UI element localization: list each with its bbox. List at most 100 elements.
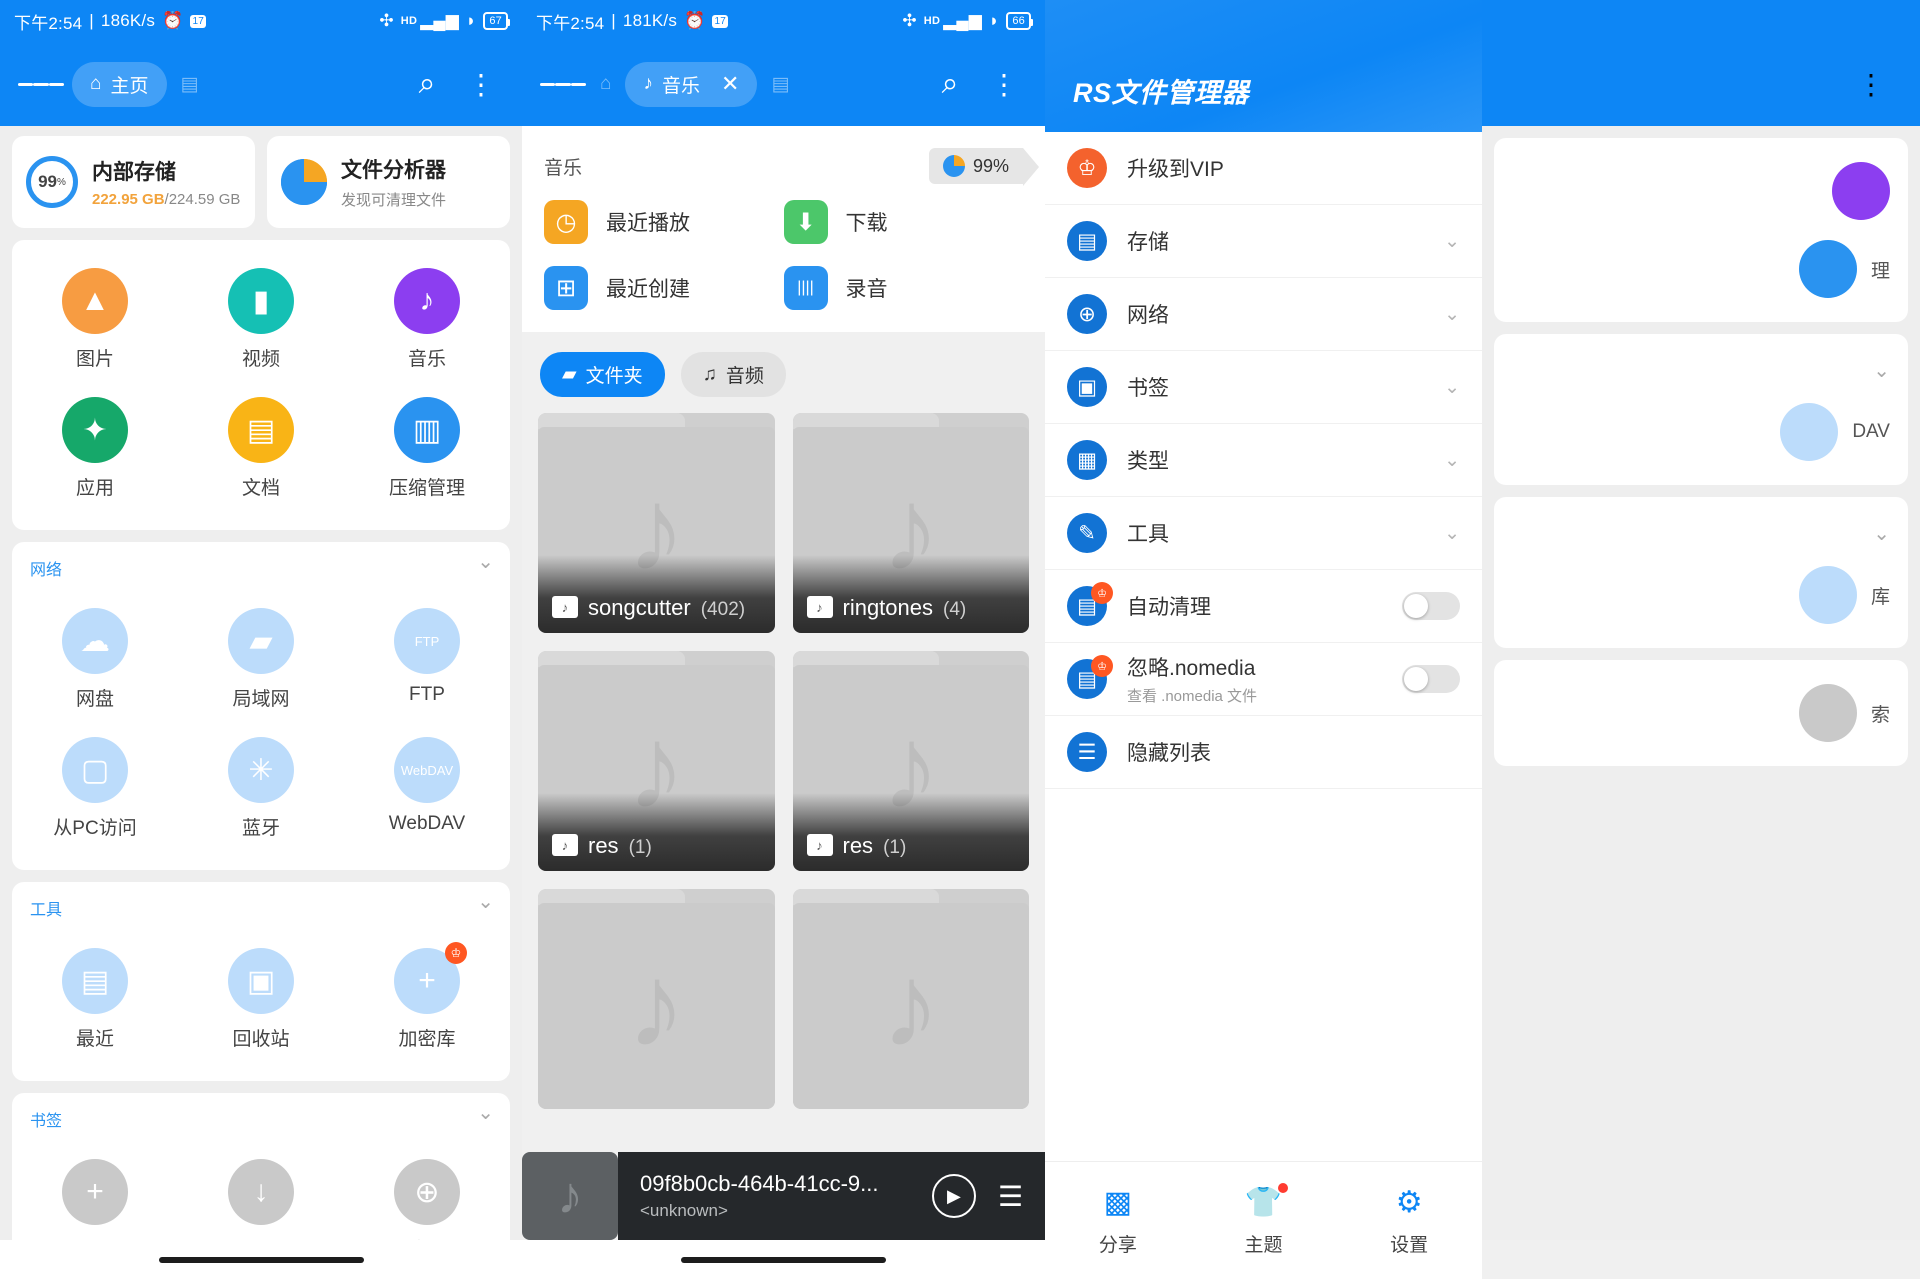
- home-indicator[interactable]: [158, 1256, 364, 1263]
- toggle-switch[interactable]: [1402, 592, 1460, 620]
- bookmark-icon: ▣: [1067, 367, 1107, 407]
- drawer-item-label: 自动清理: [1127, 596, 1211, 619]
- file-tab-icon[interactable]: ▤: [175, 64, 205, 105]
- playlist-icon[interactable]: ☰: [998, 1180, 1023, 1213]
- chevron-down-icon[interactable]: ⌄: [1444, 449, 1460, 472]
- grid-item-recycle-bin[interactable]: ▣ 回收站: [178, 938, 344, 1067]
- folder-name: ringtones: [842, 595, 934, 620]
- drawer-item-tools-wrench[interactable]: ✎ 工具 ⌄: [1045, 497, 1482, 570]
- folder-card[interactable]: ♪ ♪ songcutter (402): [538, 413, 775, 633]
- chevron-down-icon[interactable]: ⌄: [1444, 522, 1460, 545]
- drawer-tab-label: 设置: [1390, 1234, 1429, 1256]
- quick-item-recording-waveform[interactable]: |||| 录音: [783, 266, 1024, 310]
- categories-card: ▲ 图片 ▮ 视频 ♪ 音乐 ✦ 应用 ▤ 文档 ▥ 压缩管理: [12, 240, 510, 530]
- album-art: ♪: [522, 1152, 618, 1240]
- grid-item-webdav[interactable]: WebDAV WebDAV: [344, 727, 510, 856]
- drawer-item-auto-clean[interactable]: ▤ ♔ 自动清理: [1045, 570, 1482, 643]
- grid-item-encrypt-vault[interactable]: + ♔ 加密库: [344, 938, 510, 1067]
- drawer-item-bookmark[interactable]: ▣ 书签 ⌄: [1045, 351, 1482, 424]
- folder-card[interactable]: ♪: [792, 889, 1029, 1109]
- folder-card[interactable]: ♪ ♪ res (1): [792, 651, 1029, 871]
- folder-card[interactable]: ♪ ♪ ringtones (4): [792, 413, 1029, 633]
- chevron-down-icon[interactable]: ⌄: [1444, 230, 1460, 253]
- chevron-down-icon[interactable]: ⌄: [477, 549, 494, 574]
- chip-audio-note[interactable]: ♫ 音频: [680, 352, 786, 397]
- folder-thumb: ♪: [792, 903, 1029, 1109]
- peek-card-4: 索: [1494, 660, 1908, 766]
- drawer-item-nomedia[interactable]: ▤ ♔ 忽略.nomedia 查看 .nomedia 文件: [1045, 643, 1482, 716]
- tab-home[interactable]: ⌂ 主页: [72, 61, 167, 107]
- grid-item-image[interactable]: ▲ 图片: [12, 258, 178, 387]
- more-vertical-icon[interactable]: ⋮: [1848, 61, 1894, 107]
- calendar-icon: 17: [712, 14, 728, 28]
- music-player-bar[interactable]: ♪ 09f8b0cb-464b-41cc-9... <unknown> ▶ ☰: [522, 1152, 1045, 1240]
- search-icon[interactable]: ⌕: [927, 61, 973, 107]
- percent-unit: %: [57, 176, 66, 188]
- folder-card[interactable]: ♪ ♪ res (1): [538, 651, 775, 871]
- grid-item-ftp[interactable]: FTP FTP: [344, 598, 510, 727]
- network-section-title: 网络: [30, 562, 63, 579]
- drawer-item-network-globe[interactable]: ⊕ 网络 ⌄: [1045, 278, 1482, 351]
- toggle-switch[interactable]: [1402, 665, 1460, 693]
- grid-item-lan[interactable]: ▰ 局域网: [178, 598, 344, 727]
- chip-folder[interactable]: ▰ 文件夹: [540, 352, 665, 397]
- close-icon[interactable]: ✕: [721, 71, 739, 97]
- hamburger-menu-icon[interactable]: [540, 61, 586, 107]
- play-icon[interactable]: ▶: [931, 1174, 976, 1218]
- ftp-icon: FTP: [394, 608, 460, 674]
- chevron-down-icon[interactable]: ⌄: [1873, 358, 1890, 383]
- grid-item-android-app[interactable]: ✦ 应用: [12, 387, 178, 516]
- home-icon[interactable]: ⌂: [594, 64, 617, 104]
- chevron-down-icon[interactable]: ⌄: [477, 889, 494, 914]
- storage-total: /224.59 GB: [164, 191, 241, 208]
- wifi-icon: ◗: [465, 11, 477, 30]
- quick-item-download[interactable]: ⬇ 下载: [783, 200, 1024, 244]
- drawer-item-category[interactable]: ▦ 类型 ⌄: [1045, 424, 1482, 497]
- file-analyzer-title: 文件分析器: [341, 159, 446, 182]
- grid-item-document[interactable]: ▤ 文档: [178, 387, 344, 516]
- chevron-down-icon[interactable]: ⌄: [1873, 521, 1890, 546]
- drawer-tab-settings-gear[interactable]: ⚙ 设置: [1336, 1185, 1482, 1257]
- android-app-icon: ✦: [62, 397, 128, 463]
- folder-card[interactable]: ♪: [538, 889, 775, 1109]
- chevron-down-icon[interactable]: ⌄: [477, 1100, 494, 1125]
- chevron-down-icon[interactable]: ⌄: [1444, 376, 1460, 399]
- grid-item-bluetooth[interactable]: ✳ 蓝牙: [178, 727, 344, 856]
- tools-section-title: 工具: [30, 902, 63, 919]
- grid-item-cloud-drive[interactable]: ☁ 网盘: [12, 598, 178, 727]
- quick-item-new-file[interactable]: ⊞ 最近创建: [544, 266, 784, 310]
- drawer-item-storage[interactable]: ▤ 存储 ⌄: [1045, 205, 1482, 278]
- alarm-clock-icon: ⏰: [684, 11, 706, 30]
- drawer-item-crown[interactable]: ♔ 升级到VIP: [1045, 132, 1482, 205]
- grid-item-video[interactable]: ▮ 视频: [178, 258, 344, 387]
- more-vertical-icon[interactable]: ⋮: [981, 61, 1027, 107]
- drawer-item-hidden-list[interactable]: ☰ 隐藏列表: [1045, 716, 1482, 789]
- peek-card-1: 理: [1494, 138, 1908, 322]
- grid-item-music[interactable]: ♪ 音乐: [344, 258, 510, 387]
- lan-icon: ▰: [228, 608, 294, 674]
- folder-caption: ♪ songcutter (402): [538, 555, 775, 633]
- hamburger-menu-icon[interactable]: [18, 61, 64, 107]
- quick-item-clock[interactable]: ◷ 最近播放: [544, 200, 784, 244]
- file-analyzer-card[interactable]: 文件分析器 发现可清理文件: [267, 136, 510, 228]
- grid-item-recent[interactable]: ▤ 最近: [12, 938, 178, 1067]
- home-indicator[interactable]: [681, 1256, 886, 1263]
- vip-crown-icon: ♔: [1091, 582, 1113, 604]
- drawer-tab-theme-shirt[interactable]: 👕 主题: [1191, 1182, 1337, 1257]
- grid-item-label: 文档: [241, 478, 280, 499]
- chevron-down-icon[interactable]: ⌄: [1444, 303, 1460, 326]
- folder-count: (1): [883, 837, 907, 858]
- grid-item-label: 压缩管理: [388, 478, 465, 499]
- tab-music[interactable]: ♪ 音乐 ✕: [625, 61, 758, 107]
- grid-item-archive[interactable]: ▥ 压缩管理: [344, 387, 510, 516]
- internal-storage-card[interactable]: 99% 内部存储 222.95 GB/224.59 GB: [12, 136, 255, 228]
- storage-percent-badge[interactable]: 99%: [928, 148, 1040, 186]
- grid-item-label: 音乐: [407, 349, 446, 370]
- music-note-icon: ♪: [643, 73, 653, 94]
- grid-item-pc-access[interactable]: ▢ 从PC访问: [12, 727, 178, 856]
- file-tab-icon[interactable]: ▤: [765, 64, 795, 105]
- more-vertical-icon[interactable]: ⋮: [458, 61, 504, 107]
- pie-chart-icon: [942, 155, 965, 177]
- search-icon[interactable]: ⌕: [404, 61, 450, 107]
- drawer-tab-share-gift[interactable]: ▩ 分享: [1045, 1185, 1191, 1257]
